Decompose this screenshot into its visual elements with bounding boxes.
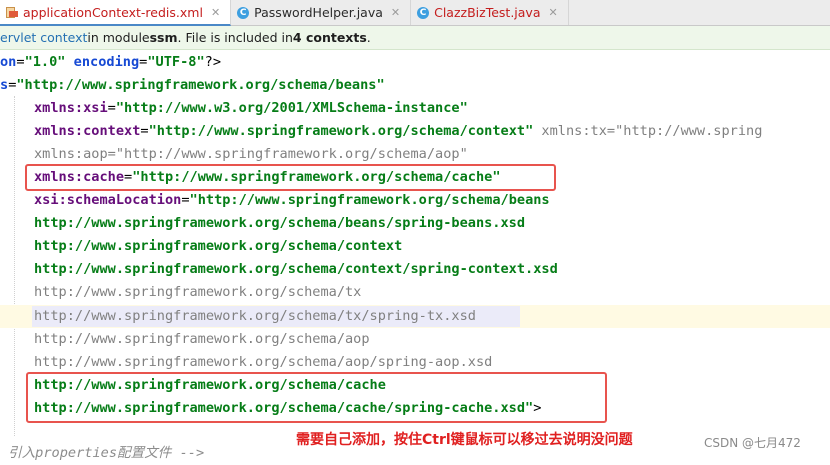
xml-file-icon	[6, 6, 18, 18]
code-line-5: xmlns:aop="http://www.springframework.or…	[34, 146, 468, 162]
banner-text: .	[366, 30, 371, 45]
context-info-banner: ervlet context in module ssm. File is in…	[0, 26, 830, 50]
close-icon[interactable]: ✕	[391, 6, 400, 19]
code-line-14: http://www.springframework.org/schema/ao…	[34, 354, 493, 370]
code-line-4: xmlns:context="http://www.springframewor…	[34, 123, 763, 139]
indent-guide	[14, 96, 15, 436]
code-line-12: http://www.springframework.org/schema/tx…	[34, 308, 476, 324]
code-editor[interactable]: on="1.0" encoding="UTF-8"?> s="http://ww…	[0, 50, 830, 461]
close-icon[interactable]: ✕	[548, 6, 557, 19]
code-line-11: http://www.springframework.org/schema/tx	[34, 284, 362, 300]
banner-text: in module	[87, 30, 150, 45]
watermark: CSDN @七月472	[704, 436, 801, 450]
editor-tab-bar: applicationContext-redis.xml ✕ C Passwor…	[0, 0, 830, 26]
close-icon[interactable]: ✕	[211, 6, 220, 19]
code-line-3: xmlns:xsi="http://www.w3.org/2001/XMLSch…	[34, 100, 468, 116]
java-class-icon: C	[417, 6, 430, 19]
code-line-comment: 引入properties配置文件 -->	[8, 445, 205, 461]
tab-passwordhelper-java[interactable]: C PasswordHelper.java ✕	[231, 0, 412, 25]
annotation-note: 需要自己添加，按住Ctrl键鼠标可以移过去说明没问题	[296, 432, 633, 448]
java-class-icon: C	[237, 6, 250, 19]
code-line-13: http://www.springframework.org/schema/ao…	[34, 331, 370, 347]
servlet-context-link[interactable]: ervlet context	[0, 30, 87, 45]
code-line-9: http://www.springframework.org/schema/co…	[34, 238, 403, 254]
tab-applicationcontext-redis-xml[interactable]: applicationContext-redis.xml ✕	[0, 0, 232, 26]
highlight-box-cache-schema	[26, 372, 607, 423]
highlight-box-xmlns-cache	[25, 164, 556, 191]
banner-text: . File is included in	[177, 30, 293, 45]
module-name: ssm	[149, 30, 178, 45]
code-line-1: on="1.0" encoding="UTF-8"?>	[0, 54, 222, 70]
tab-label: PasswordHelper.java	[254, 5, 383, 20]
tab-label: applicationContext-redis.xml	[23, 4, 203, 20]
code-line-7: xsi:schemaLocation="http://www.springfra…	[34, 192, 550, 208]
tab-clazzbiztest-java[interactable]: C ClazzBizTest.java ✕	[411, 0, 569, 25]
tab-label: ClazzBizTest.java	[434, 5, 541, 20]
code-line-2: s="http://www.springframework.org/schema…	[0, 77, 385, 93]
contexts-count: 4 contexts	[292, 30, 367, 45]
code-line-8: http://www.springframework.org/schema/be…	[34, 215, 526, 231]
code-line-10: http://www.springframework.org/schema/co…	[34, 261, 558, 277]
